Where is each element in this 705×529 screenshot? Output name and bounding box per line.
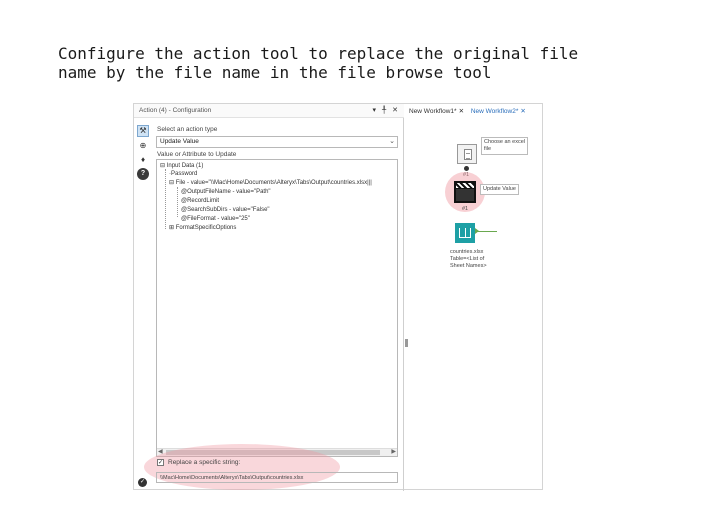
workflow-canvas[interactable]: New Workflow1* ✕ New Workflow2* ✕ Choose a…: [405, 104, 544, 491]
close-icon[interactable]: ✕: [459, 108, 464, 115]
tree-node[interactable]: @SearchSubDirs - value="False": [181, 206, 270, 214]
tree-guide-line: [177, 187, 178, 217]
tag-icon[interactable]: ♦: [137, 154, 149, 166]
chevron-down-icon: ⌄: [389, 138, 395, 145]
action-type-value: Update Value: [160, 138, 199, 145]
tree-node[interactable]: ⊞ FormatSpecificOptions: [169, 224, 236, 232]
tree-node[interactable]: @RecordLimit: [181, 197, 219, 205]
scroll-right-icon[interactable]: ▶: [391, 448, 396, 455]
input-tool-annotation: Choose an excel file: [481, 137, 528, 155]
connection-icon[interactable]: ⊕: [137, 140, 149, 152]
file-browse-tool[interactable]: [457, 144, 477, 164]
wrench-icon[interactable]: ⚒: [137, 125, 149, 137]
tree-node[interactable]: @OutputFileName - value="Path": [181, 188, 271, 196]
tree-node[interactable]: ⊟ Input Data (1): [160, 162, 203, 170]
tree-node[interactable]: @FileFormat - value="25": [181, 215, 250, 223]
select-action-label: Select an action type: [157, 126, 218, 133]
action-type-select[interactable]: Update Value ⌄: [156, 136, 398, 148]
close-icon[interactable]: ✕: [520, 108, 525, 115]
replace-string-label: Replace a specific string:: [168, 459, 241, 466]
replace-string-input[interactable]: \\Mac\Home\Documents\Alteryx\Tabs\Output…: [156, 472, 398, 483]
tree-node[interactable]: ⊟ File - value="\\Mac\Home\Documents\Alt…: [169, 179, 372, 187]
highlight-ellipse: [144, 444, 340, 490]
replace-string-checkbox[interactable]: ✓: [157, 459, 164, 466]
splitter-handle[interactable]: [405, 339, 408, 347]
alteryx-screenshot: Action (4) - Configuration ▾ ╀ ✕ ⚒ ⊕ ♦ ?…: [133, 103, 544, 491]
action-tool-annotation: Update Value: [480, 184, 519, 195]
panel-window-controls[interactable]: ▾ ╀ ✕: [373, 106, 400, 114]
action-tool-label: #1: [462, 206, 469, 212]
value-attribute-tree[interactable]: ⊟ Input Data (1) ·Password ⊟ File - valu…: [156, 159, 398, 457]
output-connection-arrow: [475, 228, 497, 234]
tree-node[interactable]: ·Password: [169, 170, 197, 178]
panel-toolstrip: ⚒ ⊕ ♦ ?: [134, 119, 151, 491]
panel-title-bar: Action (4) - Configuration ▾ ╀ ✕: [134, 104, 404, 118]
configuration-panel: Action (4) - Configuration ▾ ╀ ✕ ⚒ ⊕ ♦ ?…: [134, 104, 404, 491]
action-tool[interactable]: [454, 181, 476, 203]
tab-new-workflow2[interactable]: New Workflow2* ✕: [471, 107, 526, 115]
clapperboard-body: [456, 189, 474, 201]
output-data-tool[interactable]: [455, 223, 475, 243]
book-icon: [459, 228, 471, 238]
connection-anchor[interactable]: [464, 166, 469, 171]
check-circle-icon[interactable]: ✓: [138, 478, 147, 487]
workflow-tabs: New Workflow1* ✕ New Workflow2* ✕: [409, 107, 531, 115]
tree-guide-line: [165, 169, 166, 229]
help-icon[interactable]: ?: [137, 168, 149, 180]
output-tool-annotation: countries.xlsx Table=<List of Sheet Name…: [450, 249, 487, 269]
instruction-text: Configure the action tool to replace the…: [58, 44, 579, 82]
clapperboard-icon: [456, 183, 474, 188]
tab-new-workflow1[interactable]: New Workflow1* ✕: [409, 107, 464, 115]
value-attr-label: Value or Attribute to Update: [157, 151, 237, 158]
panel-title: Action (4) - Configuration: [139, 107, 212, 114]
document-icon: [464, 149, 472, 160]
